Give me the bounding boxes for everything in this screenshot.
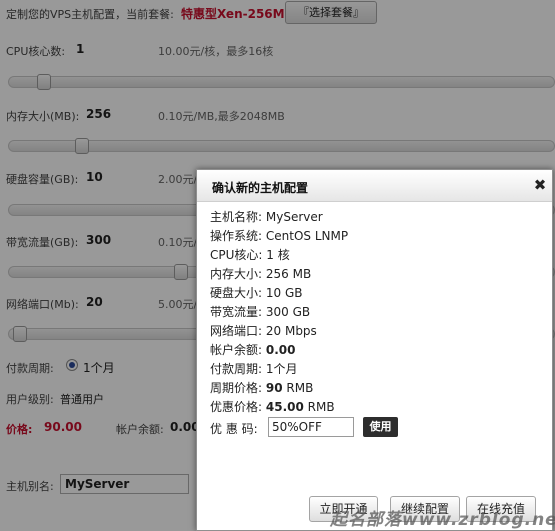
dialog-row-disk: 硬盘大小: 10 GB: [210, 286, 303, 300]
close-icon[interactable]: ✖: [532, 176, 548, 194]
dialog-row-hostname: 主机名称: MyServer: [210, 210, 323, 224]
dialog-row-cpu: CPU核心: 1 核: [210, 248, 290, 262]
coupon-label: 优 惠 码:: [210, 422, 258, 436]
dialog-row-payment-cycle: 付款周期: 1个月: [210, 362, 298, 376]
coupon-input[interactable]: [268, 417, 354, 437]
dialog-title: 确认新的主机配置: [212, 181, 309, 195]
dialog-row-cycle-price: 周期价格: 90 RMB: [210, 381, 314, 395]
dialog-header: 确认新的主机配置 ✖: [197, 170, 552, 202]
dialog-row-memory: 内存大小: 256 MB: [210, 267, 312, 281]
watermark-text: 起名部落www.zrblog.net: [330, 510, 555, 530]
dialog-row-bandwidth: 带宽流量: 300 GB: [210, 305, 311, 319]
confirm-config-dialog: 确认新的主机配置 ✖ 主机名称: MyServer 操作系统: CentOS L…: [196, 169, 553, 531]
dialog-row-discount-price: 优惠价格: 45.00 RMB: [210, 400, 335, 414]
dialog-row-os: 操作系统: CentOS LNMP: [210, 229, 349, 243]
use-coupon-button[interactable]: 使用: [363, 417, 398, 437]
dialog-row-port: 网络端口: 20 Mbps: [210, 324, 317, 338]
dialog-row-balance: 帐户余额: 0.00: [210, 343, 296, 357]
